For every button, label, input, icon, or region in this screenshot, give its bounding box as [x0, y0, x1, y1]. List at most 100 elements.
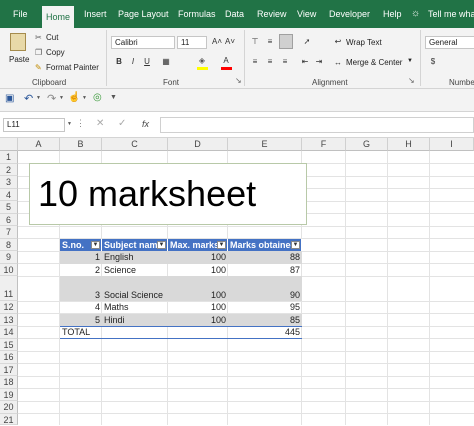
align-center-icon[interactable]: ≡	[264, 56, 276, 68]
paste-icon[interactable]	[10, 33, 26, 51]
borders-icon[interactable]: ▦	[160, 56, 172, 68]
column-header-h[interactable]: H	[388, 138, 430, 151]
column-header-e[interactable]: E	[228, 138, 302, 151]
decrease-indent-icon[interactable]: ⇤	[299, 56, 311, 68]
filter-dropdown-icon[interactable]: ▼	[217, 240, 226, 249]
row-header-6[interactable]: 6	[0, 213, 18, 226]
bold-button[interactable]: B	[114, 56, 124, 68]
table-header-marks-obtained[interactable]: Marks obtained ▼	[228, 238, 302, 251]
name-box[interactable]: L11	[3, 118, 65, 132]
cell-marks-obtained[interactable]: 90	[228, 289, 302, 302]
number-format-select[interactable]: General	[425, 36, 474, 49]
column-header-a[interactable]: A	[18, 138, 60, 151]
row-header-13[interactable]: 13	[0, 313, 18, 326]
cell-subject[interactable]: English	[102, 251, 168, 264]
tab-insert[interactable]: Insert	[84, 0, 107, 28]
tab-home[interactable]: Home	[42, 6, 75, 28]
row-header-8[interactable]: 8	[0, 238, 18, 251]
tab-file[interactable]: File	[13, 0, 28, 28]
align-bottom-button[interactable]	[279, 34, 293, 49]
cell-subject[interactable]: Maths	[102, 301, 168, 314]
name-box-dropdown-icon[interactable]: ▼	[67, 121, 72, 127]
enter-icon[interactable]: ✓	[118, 118, 126, 129]
row-header-15[interactable]: 15	[0, 338, 18, 351]
row-header-20[interactable]: 20	[0, 401, 18, 414]
increase-indent-icon[interactable]: ⇥	[313, 56, 325, 68]
row-header-7[interactable]: 7	[0, 226, 18, 239]
row-header-9[interactable]: 9	[0, 251, 18, 264]
tab-help[interactable]: Help	[383, 0, 402, 28]
row-header-1[interactable]: 1	[0, 151, 18, 164]
cell-marks-obtained[interactable]: 95	[228, 301, 302, 314]
decrease-font-icon[interactable]: A˅	[224, 36, 236, 48]
cell-sno[interactable]: 1	[60, 251, 102, 264]
cell-subject[interactable]: Hindi	[102, 314, 168, 327]
cell-marks-obtained[interactable]: 85	[228, 314, 302, 327]
row-header-5[interactable]: 5	[0, 201, 18, 214]
row-header-18[interactable]: 18	[0, 376, 18, 389]
tab-developer[interactable]: Developer	[329, 0, 370, 28]
align-right-icon[interactable]: ≡	[279, 56, 291, 68]
row-header-21[interactable]: 21	[0, 413, 18, 425]
row-header-4[interactable]: 4	[0, 188, 18, 201]
row-header-11[interactable]: 11	[0, 276, 18, 301]
undo-icon[interactable]: ↶	[24, 92, 33, 105]
filter-dropdown-icon[interactable]: ▼	[157, 240, 166, 249]
cut-button[interactable]: Cut	[46, 33, 58, 42]
tell-me-search[interactable]: Tell me what	[428, 0, 474, 28]
cell-sno[interactable]: 3	[60, 289, 102, 302]
column-header-b[interactable]: B	[60, 138, 102, 151]
formula-input[interactable]	[160, 117, 474, 133]
align-left-icon[interactable]: ≡	[249, 56, 261, 68]
cell-sno[interactable]: 2	[60, 264, 102, 277]
row-header-10[interactable]: 10	[0, 263, 18, 276]
cell-sno[interactable]: 4	[60, 301, 102, 314]
column-header-g[interactable]: G	[346, 138, 388, 151]
wrap-text-button[interactable]: Wrap Text	[346, 38, 382, 47]
row-header-14[interactable]: 14	[0, 326, 18, 339]
row-header-3[interactable]: 3	[0, 176, 18, 189]
cell-subject[interactable]: Social Science	[102, 289, 168, 302]
font-name-select[interactable]: Calibri	[111, 36, 175, 49]
redo-icon[interactable]: ↷	[47, 92, 56, 105]
insert-function-button[interactable]: fx	[142, 119, 149, 129]
cell-max-marks[interactable]: 100	[168, 251, 228, 264]
column-header-f[interactable]: F	[302, 138, 346, 151]
cell-max-marks[interactable]: 100	[168, 301, 228, 314]
cell-max-marks[interactable]: 100	[168, 289, 228, 302]
cell-max-marks[interactable]: 100	[168, 314, 228, 327]
italic-button[interactable]: I	[128, 56, 138, 68]
touch-mode-icon[interactable]: ☝	[68, 92, 80, 103]
align-middle-icon[interactable]: ≡	[264, 36, 276, 48]
cell-subject[interactable]: Science	[102, 264, 168, 277]
orientation-icon[interactable]: ➚	[300, 36, 314, 48]
customize-qat-icon[interactable]: ▼	[110, 94, 117, 101]
form-icon[interactable]: ◎	[93, 92, 102, 103]
paste-button[interactable]: Paste	[9, 55, 29, 64]
total-label[interactable]: TOTAL	[60, 326, 102, 339]
row-header-17[interactable]: 17	[0, 363, 18, 376]
save-icon[interactable]: ▣	[5, 93, 14, 104]
touch-dropdown-icon[interactable]: ▼	[82, 95, 87, 101]
cancel-icon[interactable]: ✕	[96, 118, 104, 129]
align-top-icon[interactable]: ⊤	[249, 36, 261, 48]
table-header-max-marks[interactable]: Max. marks ▼	[168, 238, 228, 251]
tab-page-layout[interactable]: Page Layout	[118, 0, 169, 28]
fill-color-icon[interactable]: ◈	[196, 55, 208, 67]
column-header-c[interactable]: C	[102, 138, 168, 151]
column-header-d[interactable]: D	[168, 138, 228, 151]
font-color-icon[interactable]: A	[220, 55, 232, 67]
filter-dropdown-icon[interactable]: ▼	[291, 240, 300, 249]
redo-dropdown-icon[interactable]: ▼	[59, 95, 64, 101]
alignment-dialog-launcher-icon[interactable]: ↘	[408, 76, 415, 85]
undo-dropdown-icon[interactable]: ▼	[36, 95, 41, 101]
select-all-button[interactable]	[0, 138, 18, 151]
accounting-format-icon[interactable]: $	[426, 56, 440, 68]
increase-font-icon[interactable]: A˄	[211, 36, 223, 48]
merge-center-button[interactable]: Merge & Center	[346, 58, 402, 67]
underline-button[interactable]: U	[142, 56, 152, 68]
table-header-subject[interactable]: Subject name ▼	[102, 238, 168, 251]
copy-button[interactable]: Copy	[46, 48, 65, 57]
total-value[interactable]: 445	[228, 326, 302, 339]
cell-sno[interactable]: 5	[60, 314, 102, 327]
